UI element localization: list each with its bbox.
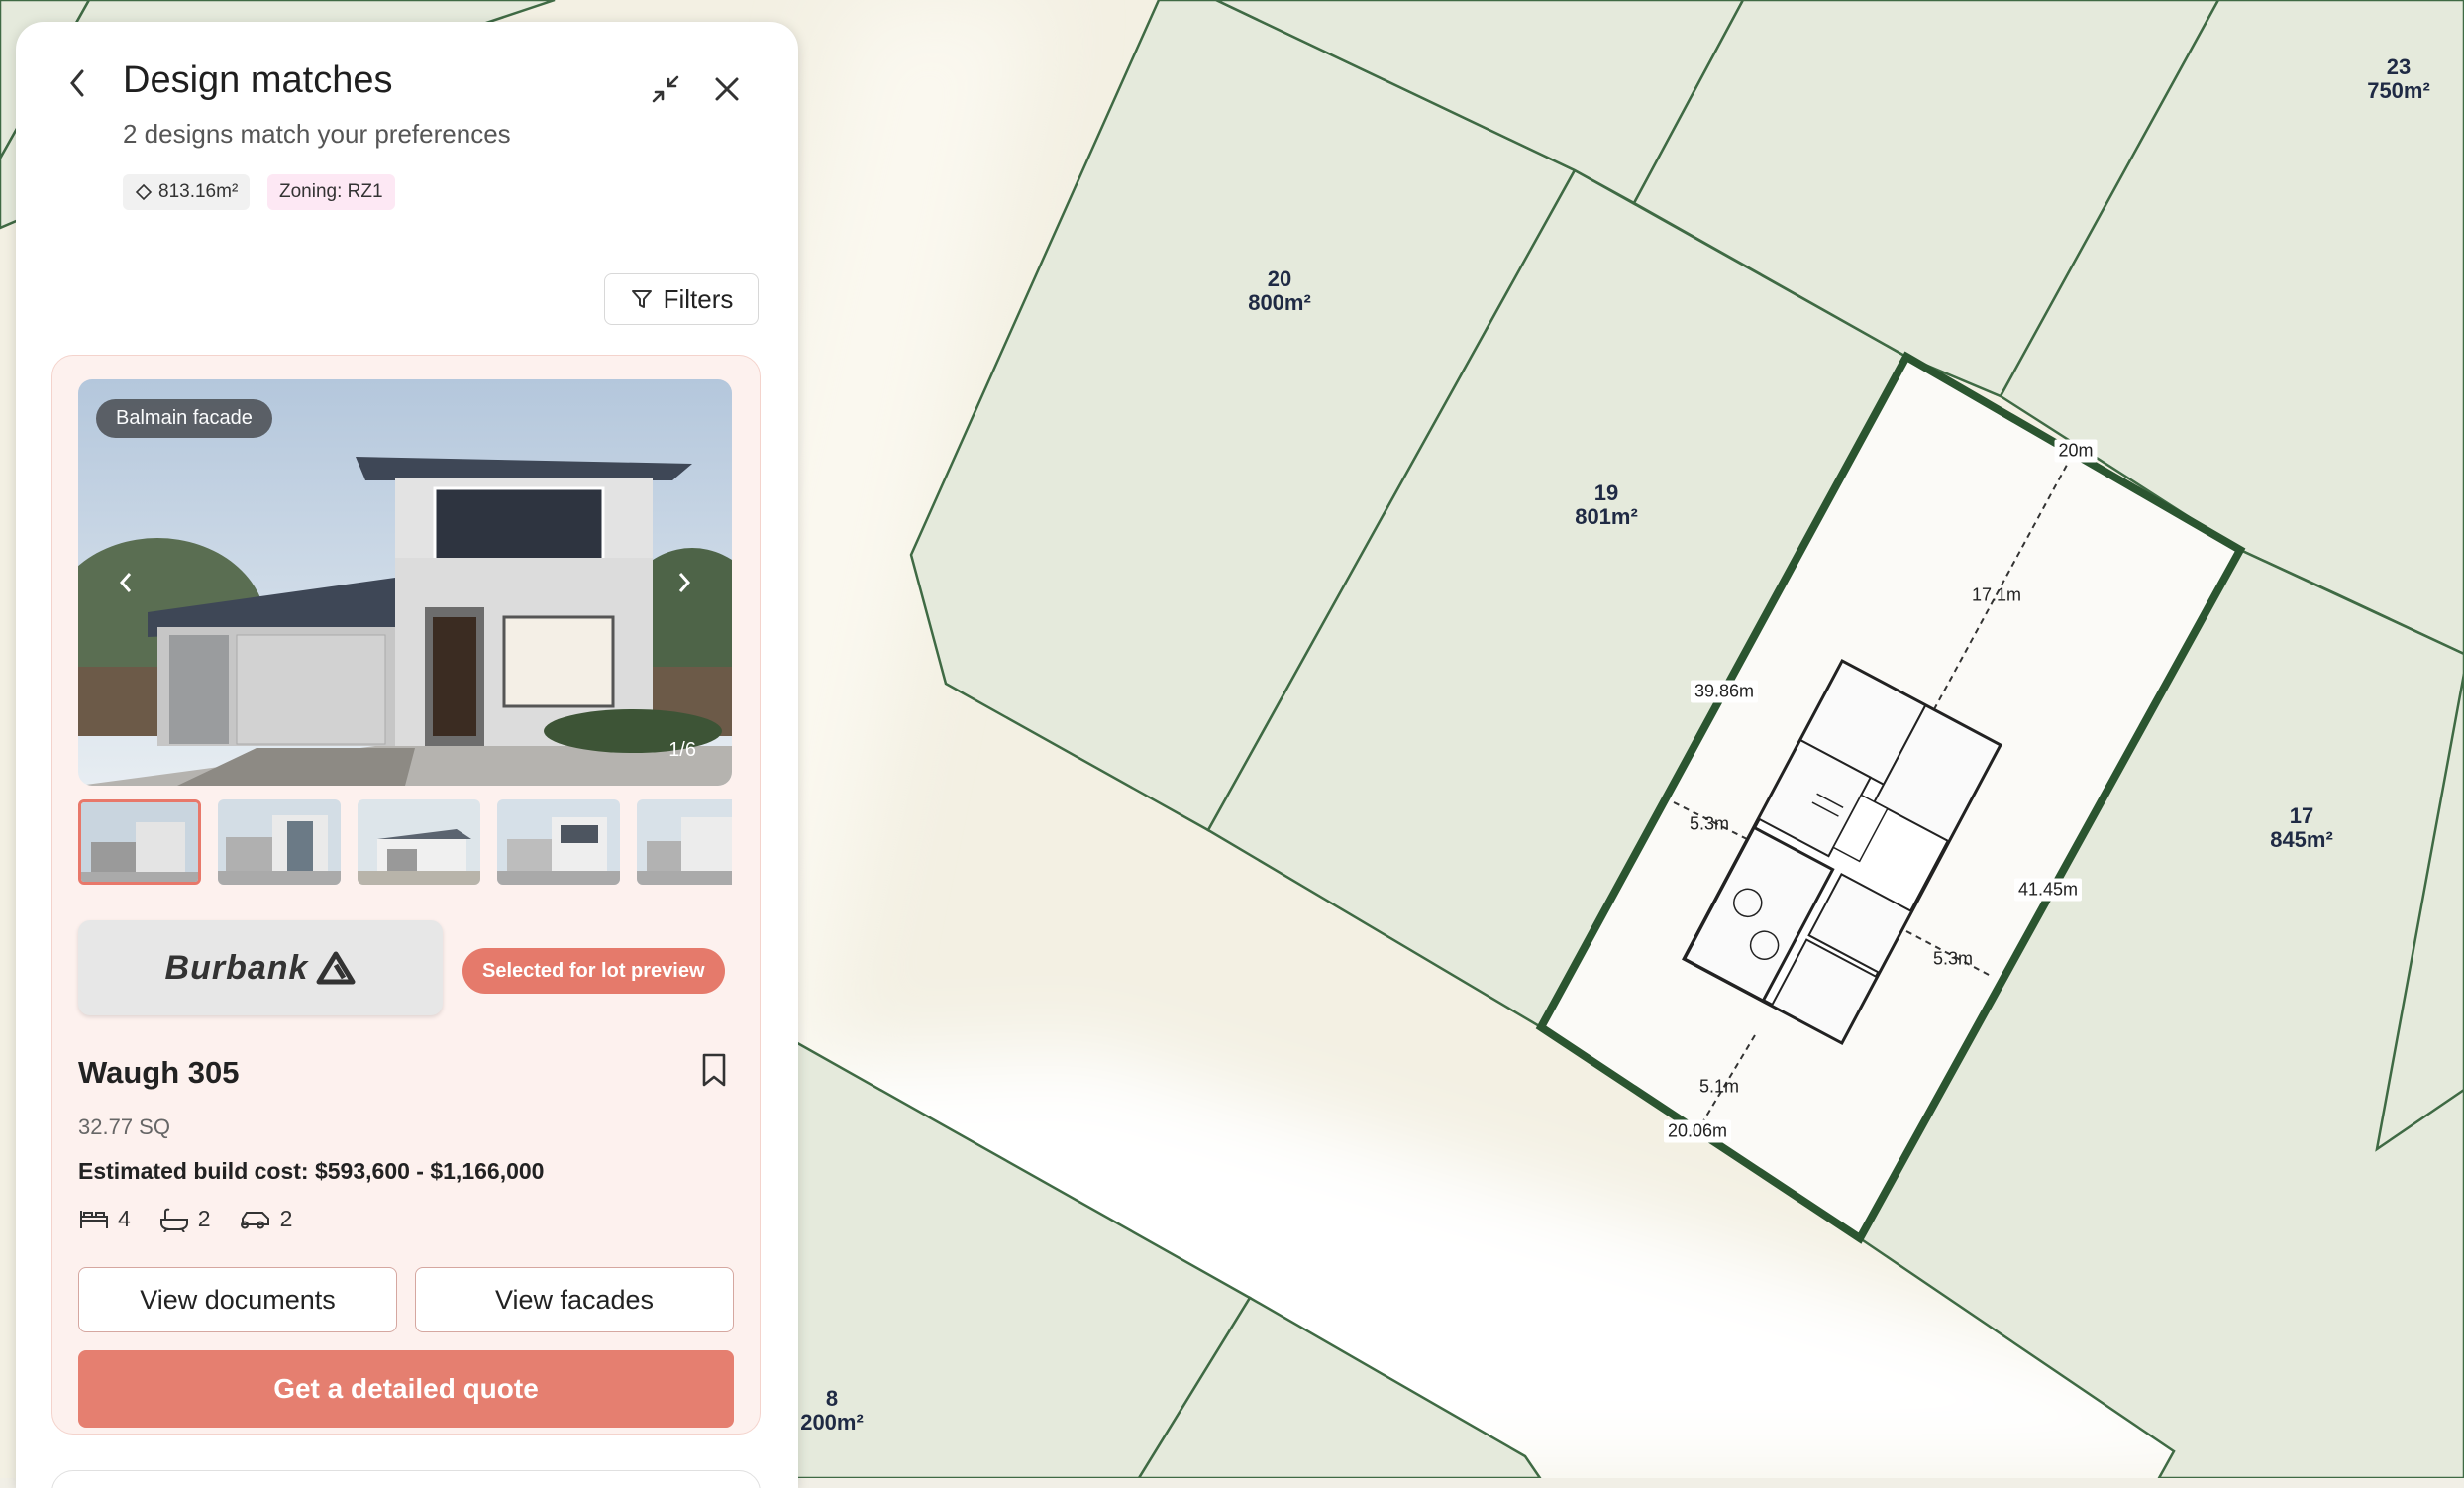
bathrooms-count: 2	[197, 1206, 211, 1231]
lot-label-17: 17 845m²	[2270, 803, 2333, 852]
thumbnail[interactable]	[218, 799, 341, 885]
builder-logo-icon	[316, 951, 356, 985]
get-quote-button[interactable]: Get a detailed quote	[78, 1350, 734, 1428]
filters-button[interactable]: Filters	[604, 273, 759, 325]
selected-for-preview-badge: Selected for lot preview	[462, 948, 725, 994]
build-cost: Estimated build cost: $593,600 - $1,166,…	[78, 1158, 545, 1184]
garages-spec: 2	[239, 1206, 293, 1232]
thumbnail[interactable]	[497, 799, 620, 885]
next-design-card	[51, 1470, 761, 1488]
house-photo	[78, 379, 732, 786]
next-image-button[interactable]	[665, 563, 704, 602]
image-counter: 1/6	[668, 739, 696, 761]
dimension-rear-width: 20.06m	[1663, 1119, 1732, 1143]
filters-label: Filters	[663, 283, 734, 314]
dimension-front-width: 20m	[2054, 439, 2098, 463]
collapse-icon	[652, 75, 679, 103]
close-icon	[715, 77, 739, 101]
design-matches-panel: Design matches 2 designs match your pref…	[16, 22, 798, 1488]
design-image-carousel[interactable]: Balmain facade 1/6	[78, 379, 732, 786]
panel-subtitle: 2 designs match your preferences	[123, 119, 511, 149]
view-documents-button[interactable]: View documents	[78, 1267, 397, 1332]
bedrooms-spec: 4	[78, 1206, 131, 1232]
design-card: Balmain facade 1/6 Burbank Selected for …	[51, 355, 761, 1435]
car-icon	[240, 1211, 269, 1228]
chevron-left-icon	[70, 69, 84, 97]
design-name: Waugh 305	[78, 1055, 240, 1090]
bookmark-icon	[702, 1053, 726, 1087]
design-specs: 4 2 2	[78, 1206, 292, 1232]
close-button[interactable]	[707, 69, 747, 109]
chevron-right-icon	[678, 573, 691, 592]
bed-icon	[80, 1210, 108, 1228]
dimension-right-side: 41.45m	[2013, 878, 2083, 902]
builder-name: Burbank	[164, 948, 309, 987]
lot-label-20: 20 800m²	[1248, 266, 1311, 315]
collapse-button[interactable]	[646, 69, 685, 109]
dimension-side-setback-right: 5.3m	[1932, 948, 1974, 969]
dimension-left-side: 39.86m	[1690, 680, 1759, 703]
lot-area-value: 813.16m²	[158, 181, 239, 202]
thumbnail[interactable]	[78, 799, 201, 885]
bookmark-button[interactable]	[696, 1049, 732, 1091]
thumbnail[interactable]	[358, 799, 480, 885]
chevron-left-icon	[119, 573, 132, 592]
garages-count: 2	[279, 1206, 293, 1231]
panel-title: Design matches	[123, 59, 393, 101]
dimension-front-setback: 17.1m	[1971, 585, 2022, 605]
view-facades-button[interactable]: View facades	[415, 1267, 734, 1332]
facade-badge: Balmain facade	[96, 399, 272, 438]
bedrooms-count: 4	[118, 1206, 131, 1231]
filter-icon	[631, 290, 652, 308]
back-button[interactable]	[59, 63, 95, 103]
dimension-side-setback-left: 5.3m	[1689, 813, 1730, 834]
diamond-icon	[135, 183, 153, 201]
lot-area-chip: 813.16m²	[123, 174, 251, 210]
builder-logo: Burbank	[78, 920, 443, 1015]
zoning-value: Zoning: RZ1	[279, 181, 383, 202]
design-size: 32.77 SQ	[78, 1115, 170, 1139]
lot-label-19: 19 801m²	[1575, 480, 1638, 529]
zoning-chip: Zoning: RZ1	[267, 174, 395, 210]
bathrooms-spec: 2	[158, 1206, 211, 1232]
lot-label-8: 8 200m²	[800, 1386, 864, 1435]
thumbnail[interactable]	[637, 799, 732, 885]
lot-label-23: 23 750m²	[2367, 54, 2430, 103]
previous-image-button[interactable]	[106, 563, 146, 602]
dimension-rear-setback: 5.1m	[1698, 1076, 1740, 1097]
bath-icon	[159, 1208, 188, 1232]
thumbnail-strip	[78, 799, 732, 885]
